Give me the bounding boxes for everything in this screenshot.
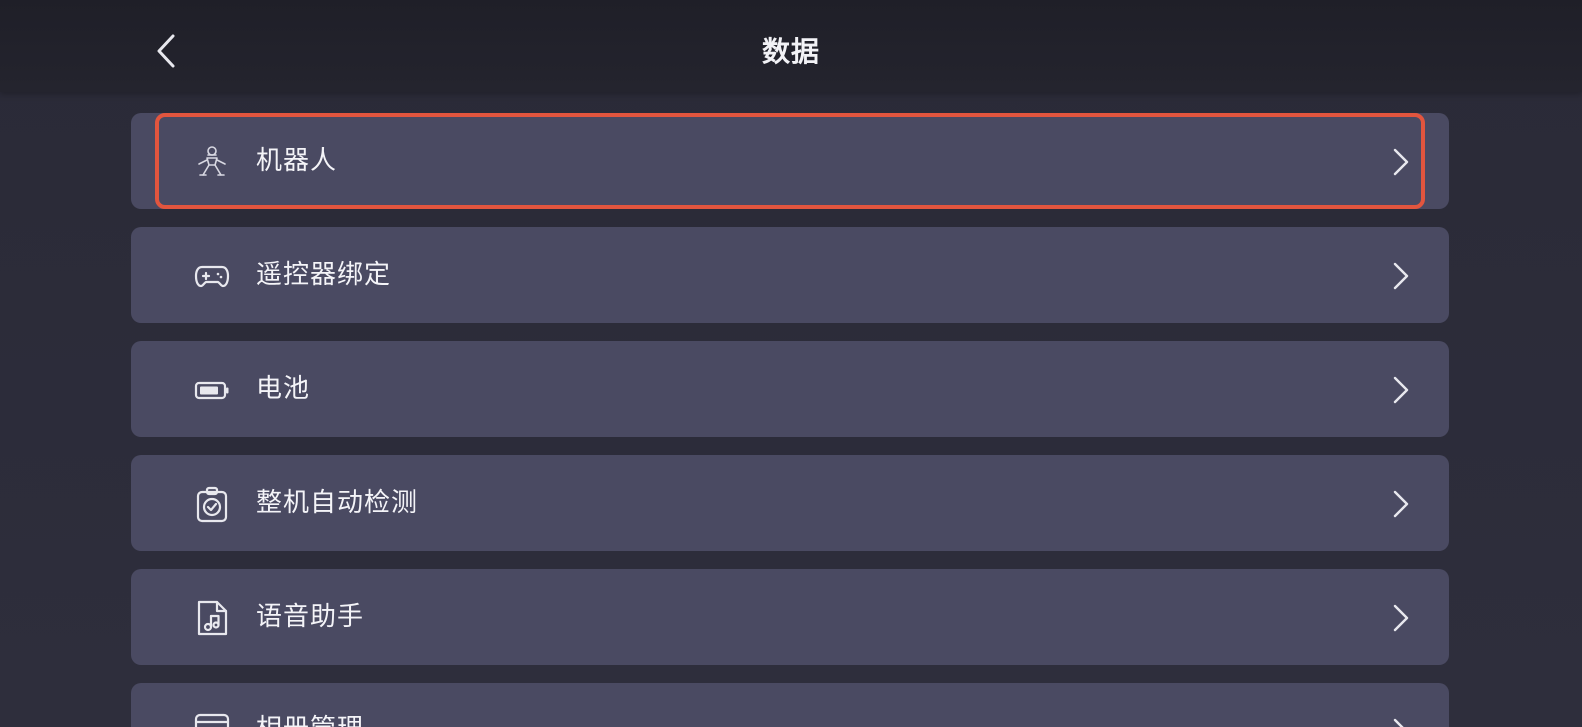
menu-item-label: 整机自动检测 — [256, 488, 419, 518]
menu-item-remote-binding[interactable]: 遥控器绑定 — [131, 227, 1449, 323]
album-icon — [193, 713, 231, 727]
selection-highlight — [155, 113, 1425, 209]
top-bar: 数据 — [0, 0, 1582, 92]
chevron-right-icon — [1389, 143, 1413, 181]
music-file-icon — [193, 599, 231, 637]
menu-item-label: 语音助手 — [256, 602, 365, 632]
menu-item-voice-assistant[interactable]: 语音助手 — [131, 569, 1449, 665]
menu-item-robot[interactable]: 机器人 — [131, 113, 1449, 209]
gamepad-icon — [193, 257, 231, 295]
menu-item-self-check[interactable]: 整机自动检测 — [131, 455, 1449, 551]
chevron-right-icon — [1389, 713, 1413, 727]
battery-icon — [193, 371, 231, 409]
chevron-right-icon — [1389, 257, 1413, 295]
menu-item-label: 遥控器绑定 — [256, 260, 392, 290]
menu-item-battery[interactable]: 电池 — [131, 341, 1449, 437]
chevron-right-icon — [1389, 371, 1413, 409]
menu-item-label: 相册管理 — [256, 709, 364, 727]
chevron-right-icon — [1389, 485, 1413, 523]
robot-icon — [193, 143, 231, 181]
menu-item-label: 机器人 — [256, 146, 338, 176]
page-title: 数据 — [761, 35, 820, 68]
menu-item-album[interactable]: 相册管理 — [131, 683, 1449, 727]
settings-list: 机器人 遥控器绑定 电池 整机自动检测 语音助手 — [131, 113, 1449, 727]
menu-item-label: 电池 — [256, 374, 311, 404]
chevron-right-icon — [1389, 599, 1413, 637]
clipboard-check-icon — [193, 485, 231, 523]
app-window: 数据 机器人 遥控器绑定 电池 整机自动检测 语音助手 — [0, 0, 1582, 727]
